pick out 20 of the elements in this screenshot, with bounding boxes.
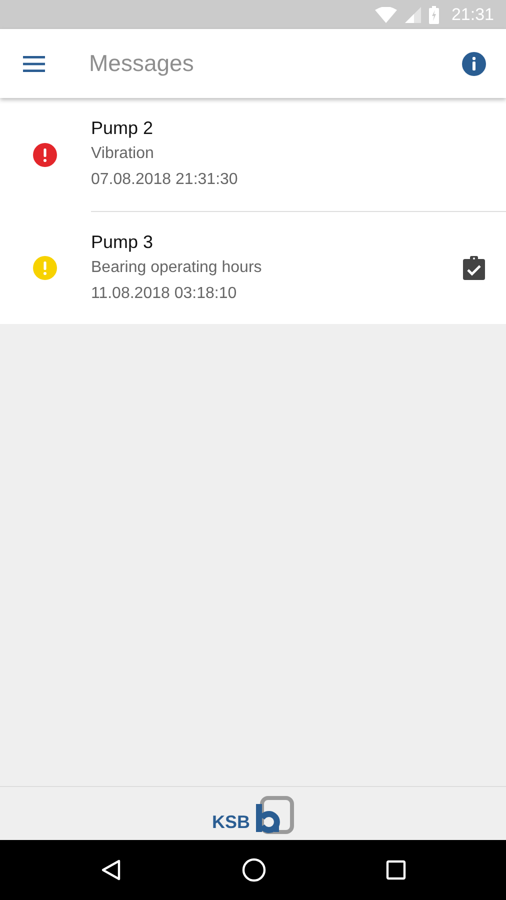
signal-icon (405, 6, 422, 22)
wifi-icon (375, 6, 398, 22)
battery-icon (429, 6, 440, 24)
clipboard-check-icon[interactable] (463, 256, 485, 280)
home-icon[interactable] (242, 858, 266, 882)
message-timestamp: 07.08.2018 21:31:30 (91, 170, 238, 190)
message-item[interactable]: Pump 3 Bearing operating hours 11.08.2018 03:18:10 (0, 211, 506, 324)
message-description: Vibration (91, 144, 154, 164)
screen-title: Messages (89, 50, 195, 77)
recents-icon[interactable] (386, 860, 406, 880)
message-item[interactable]: Pump 2 Vibration 07.08.2018 21:31:30 (0, 98, 506, 211)
logo-icon (254, 796, 294, 834)
message-description: Bearing operating hours (91, 258, 262, 278)
message-title: Pump 2 (91, 117, 154, 140)
back-icon[interactable] (100, 859, 122, 881)
message-timestamp: 11.08.2018 03:18:10 (91, 284, 237, 304)
logo-text: KSB (212, 812, 250, 833)
info-icon[interactable] (462, 52, 486, 76)
menu-icon[interactable] (23, 56, 45, 72)
message-title: Pump 3 (91, 230, 154, 254)
